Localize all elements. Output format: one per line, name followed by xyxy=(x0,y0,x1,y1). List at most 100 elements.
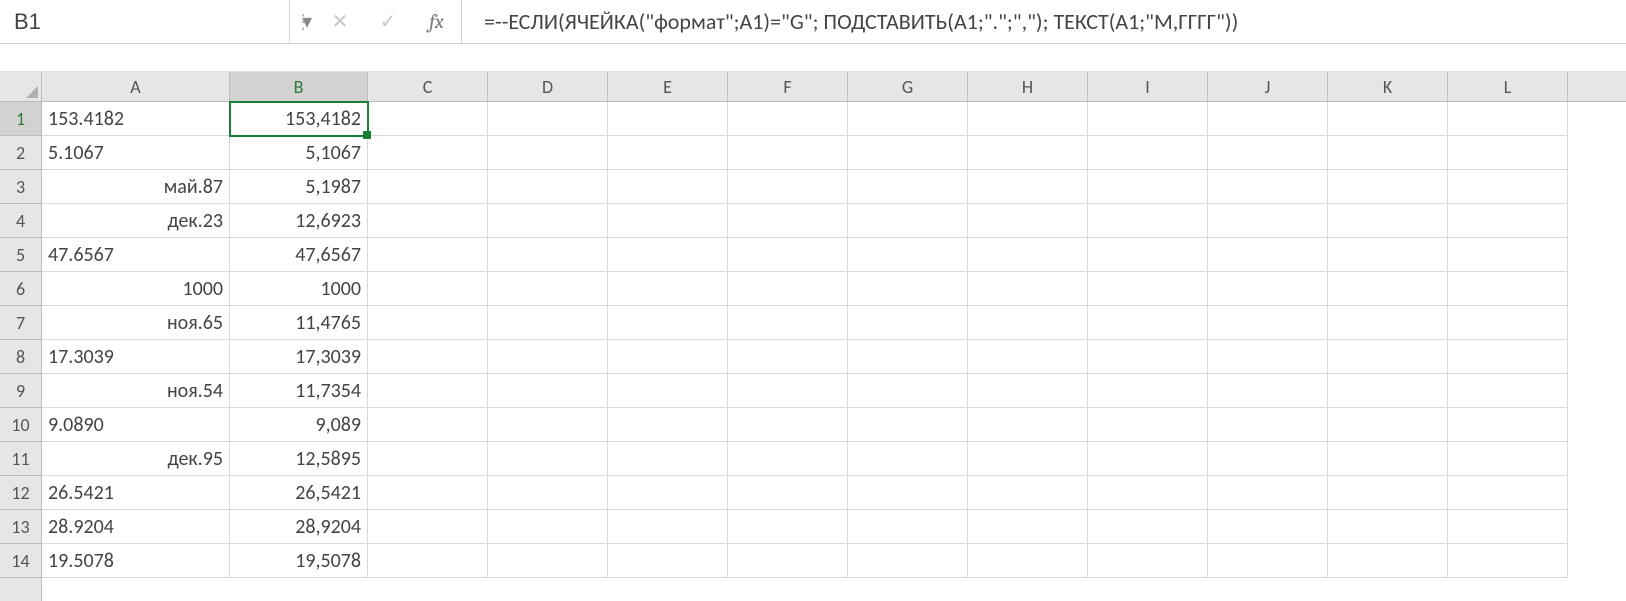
cell[interactable] xyxy=(488,238,608,272)
cell[interactable] xyxy=(968,476,1088,510)
cell[interactable] xyxy=(488,544,608,578)
column-header[interactable]: H xyxy=(968,72,1088,101)
cell[interactable] xyxy=(1448,136,1568,170)
cell[interactable] xyxy=(848,204,968,238)
cell[interactable] xyxy=(728,544,848,578)
cell[interactable]: 17,3039 xyxy=(230,340,368,374)
row-header[interactable]: 4 xyxy=(0,204,41,238)
cell[interactable] xyxy=(488,306,608,340)
cell[interactable] xyxy=(1088,272,1208,306)
cell[interactable] xyxy=(1208,408,1328,442)
cell[interactable] xyxy=(608,170,728,204)
cell[interactable] xyxy=(728,408,848,442)
cell[interactable] xyxy=(848,272,968,306)
cell[interactable]: 26,5421 xyxy=(230,476,368,510)
cell[interactable] xyxy=(848,476,968,510)
cell[interactable]: 11,4765 xyxy=(230,306,368,340)
cell[interactable] xyxy=(848,544,968,578)
cell[interactable] xyxy=(1328,306,1448,340)
formula-input[interactable]: =--ЕСЛИ(ЯЧЕЙКА("формат";A1)="G"; ПОДСТАВ… xyxy=(468,0,1626,43)
cell[interactable] xyxy=(728,136,848,170)
cell[interactable] xyxy=(488,408,608,442)
cell[interactable] xyxy=(608,442,728,476)
cell[interactable] xyxy=(968,102,1088,136)
cell[interactable] xyxy=(1328,442,1448,476)
cell[interactable] xyxy=(368,102,488,136)
cell[interactable] xyxy=(608,102,728,136)
cell[interactable] xyxy=(728,170,848,204)
cell[interactable]: 26.5421 xyxy=(42,476,230,510)
cell[interactable] xyxy=(728,306,848,340)
cell[interactable] xyxy=(488,340,608,374)
cell[interactable] xyxy=(1448,510,1568,544)
cell[interactable] xyxy=(608,340,728,374)
cell[interactable]: ноя.65 xyxy=(42,306,230,340)
cell[interactable] xyxy=(1328,136,1448,170)
cell[interactable]: май.87 xyxy=(42,170,230,204)
column-header[interactable]: C xyxy=(368,72,488,101)
row-header[interactable]: 9 xyxy=(0,374,41,408)
cell[interactable] xyxy=(1448,544,1568,578)
column-header[interactable]: J xyxy=(1208,72,1328,101)
cell[interactable] xyxy=(608,204,728,238)
cell[interactable] xyxy=(848,510,968,544)
cell[interactable] xyxy=(1448,442,1568,476)
cell[interactable] xyxy=(728,272,848,306)
cell[interactable]: 12,5895 xyxy=(230,442,368,476)
row-header[interactable]: 10 xyxy=(0,408,41,442)
cell[interactable]: 5.1067 xyxy=(42,136,230,170)
row-header[interactable]: 7 xyxy=(0,306,41,340)
cell[interactable] xyxy=(848,102,968,136)
cell[interactable] xyxy=(608,544,728,578)
row-header[interactable]: 11 xyxy=(0,442,41,476)
cell[interactable] xyxy=(1208,340,1328,374)
cell[interactable] xyxy=(1328,408,1448,442)
row-header[interactable]: 12 xyxy=(0,476,41,510)
cell[interactable] xyxy=(728,510,848,544)
cell[interactable] xyxy=(728,238,848,272)
cell[interactable] xyxy=(368,408,488,442)
cell[interactable] xyxy=(968,170,1088,204)
cell[interactable] xyxy=(1208,544,1328,578)
cell[interactable] xyxy=(1208,476,1328,510)
cell[interactable] xyxy=(968,374,1088,408)
cell[interactable] xyxy=(488,510,608,544)
cell[interactable] xyxy=(1328,170,1448,204)
cell[interactable]: 153,4182 xyxy=(230,102,368,136)
cell[interactable] xyxy=(968,204,1088,238)
cell[interactable] xyxy=(1208,136,1328,170)
cell[interactable] xyxy=(1208,272,1328,306)
column-header[interactable]: B xyxy=(230,72,368,101)
cell[interactable] xyxy=(728,374,848,408)
cell[interactable] xyxy=(1448,102,1568,136)
cell[interactable] xyxy=(1088,102,1208,136)
cell[interactable] xyxy=(1328,476,1448,510)
row-header[interactable]: 2 xyxy=(0,136,41,170)
column-header[interactable]: G xyxy=(848,72,968,101)
cell[interactable]: 11,7354 xyxy=(230,374,368,408)
cell[interactable] xyxy=(1208,170,1328,204)
cell[interactable] xyxy=(488,136,608,170)
column-header[interactable]: A xyxy=(42,72,230,101)
cell[interactable] xyxy=(488,272,608,306)
cell[interactable] xyxy=(368,136,488,170)
cell[interactable] xyxy=(728,476,848,510)
cell[interactable]: 153.4182 xyxy=(42,102,230,136)
cell[interactable] xyxy=(1208,374,1328,408)
cell[interactable] xyxy=(368,340,488,374)
row-header[interactable]: 8 xyxy=(0,340,41,374)
cell[interactable] xyxy=(1328,204,1448,238)
name-box[interactable] xyxy=(14,9,302,35)
cell[interactable] xyxy=(608,238,728,272)
cell[interactable]: 5,1067 xyxy=(230,136,368,170)
cell[interactable]: 9.0890 xyxy=(42,408,230,442)
cell[interactable]: 19.5078 xyxy=(42,544,230,578)
cell[interactable] xyxy=(1208,204,1328,238)
cell[interactable] xyxy=(1088,340,1208,374)
cell[interactable] xyxy=(368,306,488,340)
cell[interactable] xyxy=(608,476,728,510)
cell[interactable] xyxy=(1448,408,1568,442)
cell[interactable] xyxy=(608,510,728,544)
cell[interactable] xyxy=(1088,170,1208,204)
cell[interactable] xyxy=(1448,272,1568,306)
